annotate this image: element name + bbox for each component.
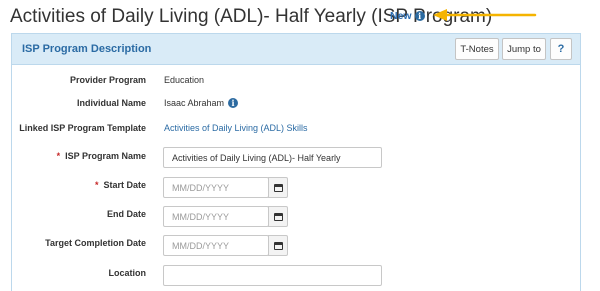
provider-program-value: Education xyxy=(164,75,204,85)
location-input[interactable] xyxy=(163,265,382,286)
end-date-calendar-button[interactable] xyxy=(268,206,288,227)
target-completion-date-calendar-button[interactable] xyxy=(268,235,288,256)
calendar-icon xyxy=(273,183,283,192)
start-date-input[interactable]: MM/DD/YYYY xyxy=(163,177,269,198)
jump-to-button[interactable]: Jump to xyxy=(502,38,546,60)
new-link[interactable]: New i xyxy=(390,10,425,22)
isp-program-name-label: * ISP Program Name xyxy=(6,151,146,161)
calendar-icon xyxy=(273,212,283,221)
required-marker: * xyxy=(56,151,61,161)
individual-name-text: Isaac Abraham xyxy=(164,98,225,108)
provider-program-text: Education xyxy=(164,75,205,85)
help-button[interactable]: ? xyxy=(550,38,572,60)
start-date-label: * Start Date xyxy=(6,180,146,190)
info-icon[interactable]: i xyxy=(414,11,425,21)
end-date-input[interactable]: MM/DD/YYYY xyxy=(163,206,269,227)
start-date-calendar-button[interactable] xyxy=(268,177,288,198)
isp-program-name-label-text: ISP Program Name xyxy=(65,151,146,161)
panel-header: ISP Program Description T-Notes Jump to … xyxy=(12,34,580,65)
location-label: Location xyxy=(108,268,147,278)
required-marker: * xyxy=(94,180,99,190)
start-date-label-text: Start Date xyxy=(103,180,146,190)
panel-title: ISP Program Description xyxy=(22,43,152,55)
target-completion-date-label: Target Completion Date xyxy=(45,238,146,248)
new-label: New xyxy=(390,10,412,22)
linked-template-value: Activities of Daily Living (ADL) Skills xyxy=(164,123,308,133)
linked-template-label: Linked ISP Program Template xyxy=(19,123,146,133)
individual-name-label: Individual Name xyxy=(76,98,146,108)
individual-info-icon[interactable]: i xyxy=(228,98,239,108)
target-completion-date-input[interactable]: MM/DD/YYYY xyxy=(163,235,269,256)
calendar-icon xyxy=(273,241,283,250)
individual-name-value: Isaac Abraham i xyxy=(164,98,239,108)
linked-template-link[interactable]: Activities of Daily Living (ADL) Skills xyxy=(164,123,308,133)
isp-program-name-input[interactable]: Activities of Daily Living (ADL)- Half Y… xyxy=(163,147,382,168)
provider-program-label: Provider Program xyxy=(69,75,146,85)
tnotes-button[interactable]: T-Notes xyxy=(455,38,499,60)
arrow-left-icon xyxy=(433,9,537,21)
end-date-label: End Date xyxy=(106,209,146,219)
